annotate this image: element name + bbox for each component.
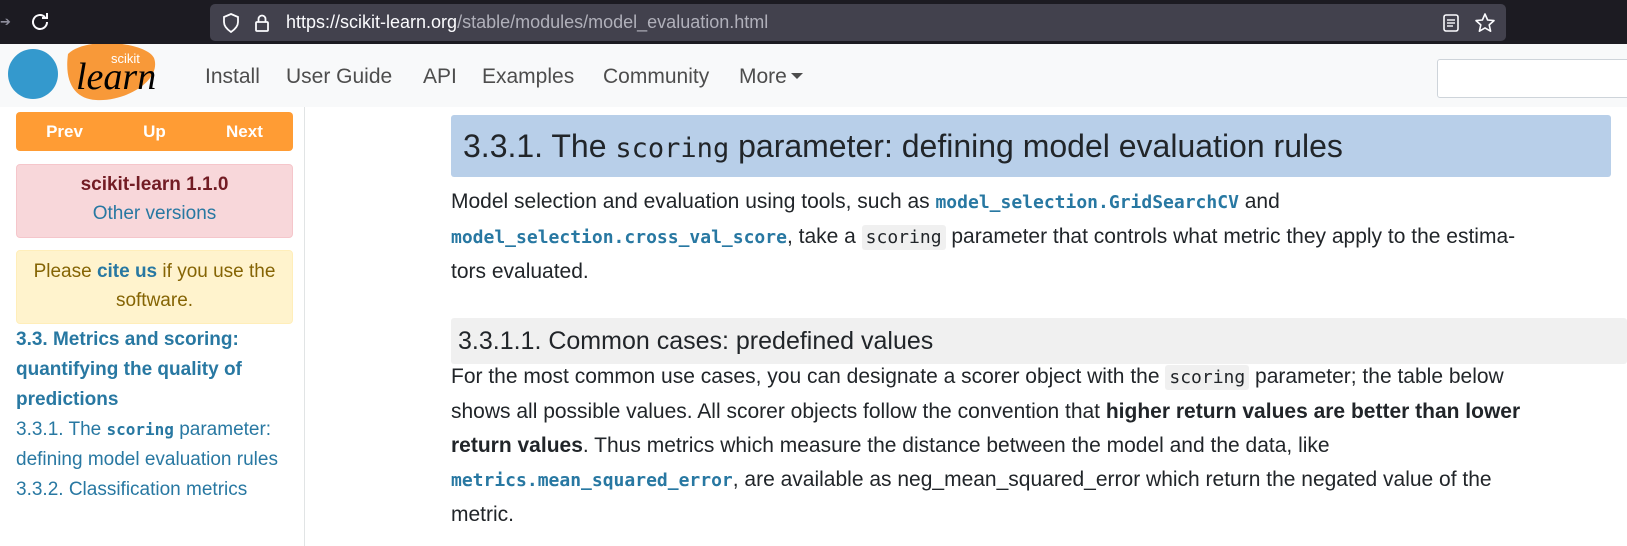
url-text[interactable]: https://scikit-learn.org/stable/modules/… bbox=[286, 12, 768, 33]
next-button[interactable]: Next bbox=[226, 122, 263, 142]
other-versions-link[interactable]: Other versions bbox=[17, 203, 292, 225]
subsection-heading: 3.3.1.1. Common cases: predefined values bbox=[451, 318, 1627, 364]
prev-up-next-nav: Prev Up Next bbox=[16, 112, 293, 151]
nav-install[interactable]: Install bbox=[205, 65, 260, 89]
url-bar[interactable]: https://scikit-learn.org/stable/modules/… bbox=[210, 4, 1506, 41]
para-text: , take a bbox=[786, 225, 862, 248]
para-text: parameter; the table below bbox=[1249, 365, 1504, 388]
scikit-learn-logo[interactable]: scikit learn bbox=[6, 42, 176, 104]
para-text: , are available as neg_mean_squared_erro… bbox=[732, 468, 1492, 491]
logo-text-big: learn bbox=[76, 56, 156, 98]
cross-val-score-link[interactable]: model_selection.cross_val_score bbox=[451, 227, 787, 248]
up-button[interactable]: Up bbox=[143, 122, 166, 142]
browser-toolbar: ➔ https://scikit-learn.org/stable/module… bbox=[0, 0, 1627, 44]
bold-text: higher return values are better than low… bbox=[1105, 400, 1521, 423]
url-path: /stable/modules/model_evaluation.html bbox=[457, 12, 769, 32]
nav-examples[interactable]: Examples bbox=[482, 65, 574, 89]
heading-text: parameter: defining model evaluation rul… bbox=[729, 128, 1343, 164]
nav-more-label: More bbox=[739, 65, 787, 88]
main-content: 3.3.1. The scoring parameter: defining m… bbox=[451, 107, 1627, 546]
cite-text-pre: Please bbox=[33, 261, 97, 282]
inline-code: scoring bbox=[1165, 365, 1250, 390]
chevron-down-icon bbox=[790, 73, 803, 79]
shield-icon[interactable] bbox=[222, 13, 240, 34]
toc-section-heading[interactable]: 3.3. Metrics and scoring: quantifying th… bbox=[16, 325, 306, 415]
inline-code: scoring bbox=[861, 225, 946, 250]
common-cases-paragraph: For the most common use cases, you can d… bbox=[451, 360, 1616, 532]
heading-text: 3.3.1. The bbox=[463, 128, 616, 164]
search-input[interactable] bbox=[1437, 59, 1627, 98]
nav-community[interactable]: Community bbox=[603, 65, 709, 89]
para-text: shows all possible values. All scorer ob… bbox=[451, 400, 1106, 423]
intro-paragraph: Model selection and evaluation using too… bbox=[451, 185, 1616, 289]
mean-squared-error-link[interactable]: metrics.mean_squared_error bbox=[451, 470, 733, 491]
nav-more-dropdown[interactable]: More bbox=[739, 65, 803, 89]
para-text: For the most common use cases, you can d… bbox=[451, 365, 1166, 388]
gridsearchcv-link[interactable]: model_selection.GridSearchCV bbox=[935, 192, 1238, 213]
back-arrow-icon[interactable]: ➔ bbox=[0, 14, 11, 30]
version-title: scikit-learn 1.1.0 bbox=[80, 174, 229, 195]
table-of-contents: 3.3. Metrics and scoring: quantifying th… bbox=[16, 325, 306, 505]
lock-icon[interactable] bbox=[254, 13, 270, 33]
bookmark-star-icon[interactable] bbox=[1474, 12, 1496, 34]
para-text: tors evaluated. bbox=[451, 260, 589, 283]
cite-box: Please cite us if you use the software. bbox=[16, 250, 293, 324]
para-text: metric. bbox=[451, 503, 514, 526]
nav-api[interactable]: API bbox=[423, 65, 457, 89]
prev-button[interactable]: Prev bbox=[46, 122, 83, 142]
para-text: parameter that controls what metric they… bbox=[945, 225, 1516, 248]
bold-text: return values bbox=[451, 434, 583, 457]
reload-icon[interactable] bbox=[28, 10, 52, 34]
para-text: and bbox=[1238, 190, 1280, 213]
url-host: https://scikit-learn.org bbox=[286, 12, 458, 32]
reader-view-icon[interactable] bbox=[1442, 13, 1460, 33]
toc-item-code: scoring bbox=[106, 420, 174, 439]
section-heading: 3.3.1. The scoring parameter: defining m… bbox=[451, 115, 1611, 177]
toc-item-text: 3.3.1. The bbox=[16, 419, 107, 440]
para-text: . Thus metrics which measure the distanc… bbox=[582, 434, 1330, 457]
site-navbar: scikit learn Install User Guide API Exam… bbox=[0, 42, 1627, 107]
para-text: Model selection and evaluation using too… bbox=[451, 190, 936, 213]
cite-us-link[interactable]: cite us bbox=[97, 261, 157, 282]
version-box: scikit-learn 1.1.0 Other versions bbox=[16, 164, 293, 238]
heading-code: scoring bbox=[615, 133, 730, 164]
nav-user-guide[interactable]: User Guide bbox=[286, 65, 392, 89]
toc-item-classification-metrics[interactable]: 3.3.2. Classification metrics bbox=[16, 475, 306, 505]
sidebar: Prev Up Next scikit-learn 1.1.0 Other ve… bbox=[0, 107, 305, 546]
toc-item-scoring-parameter[interactable]: 3.3.1. The scoring parameter: defining m… bbox=[16, 415, 306, 475]
